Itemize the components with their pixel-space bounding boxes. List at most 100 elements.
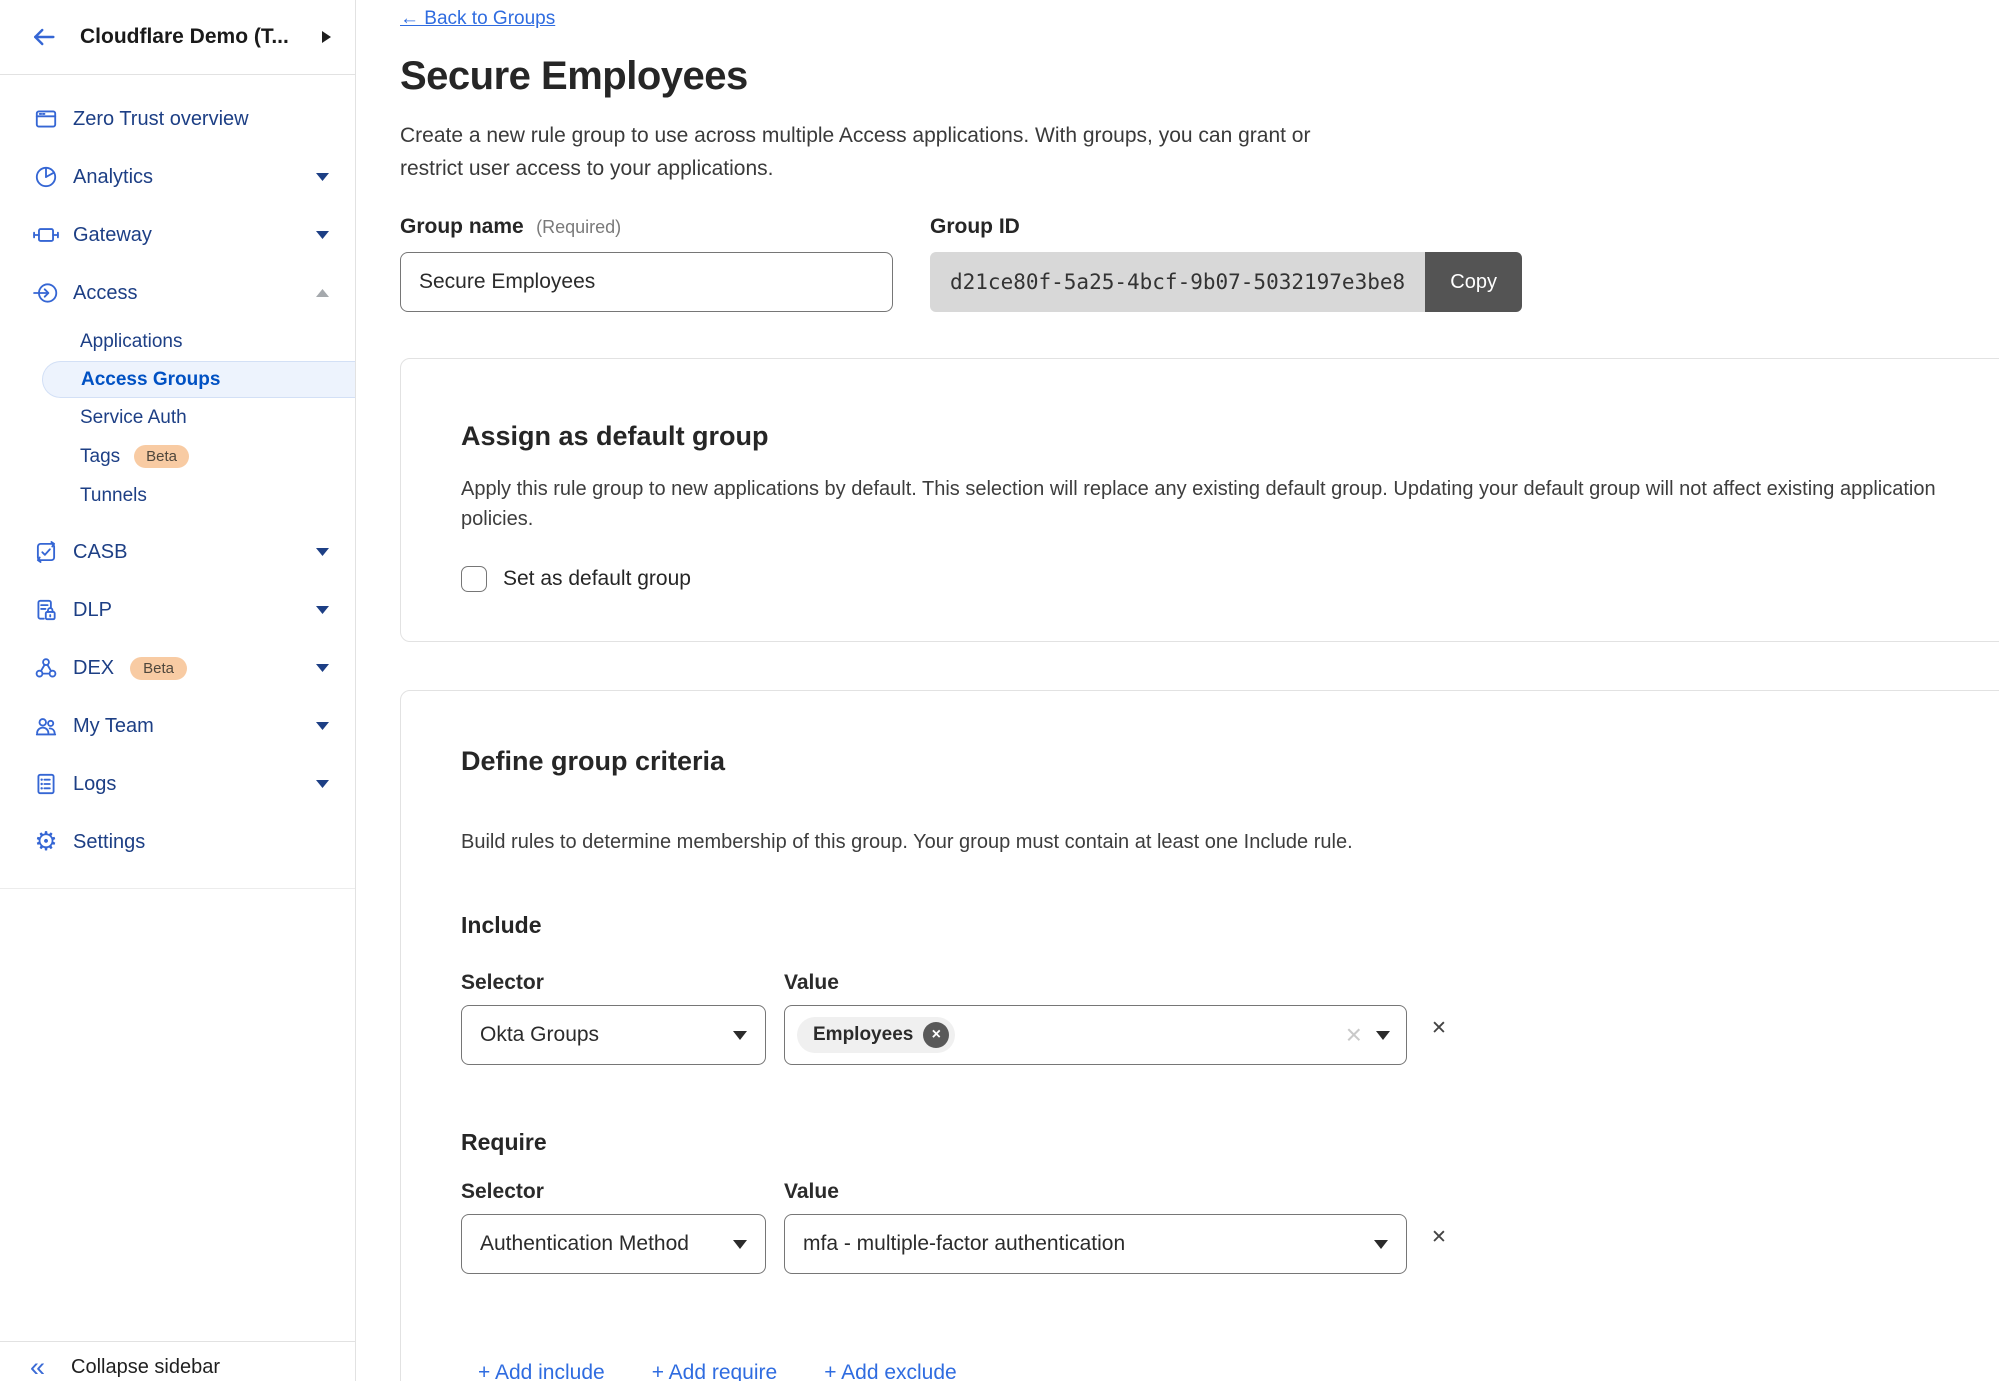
back-arrow-icon[interactable]	[30, 23, 58, 51]
sidebar-item-label: CASB	[73, 541, 127, 564]
sidebar-nav: Zero Trust overview Analytics Gateway Ac…	[0, 75, 355, 889]
chevron-down-icon	[1374, 1240, 1388, 1249]
require-selector-value: Authentication Method	[480, 1232, 723, 1256]
document-lock-icon	[33, 597, 59, 623]
sidebar-item-service-auth[interactable]: Service Auth	[0, 398, 355, 437]
sidebar-item-dlp[interactable]: DLP	[0, 581, 355, 639]
chevron-down-icon	[316, 548, 329, 556]
criteria-description: Build rules to determine membership of t…	[461, 827, 1951, 857]
chevron-down-icon	[316, 231, 329, 239]
sidebar-item-label: Logs	[73, 773, 116, 796]
chevron-down-icon	[316, 606, 329, 614]
sub-item-label: Access Groups	[81, 369, 220, 391]
page-description: Create a new rule group to use across mu…	[400, 119, 1350, 185]
default-group-card: Assign as default group Apply this rule …	[400, 358, 1999, 642]
account-name: Cloudflare Demo (T...	[80, 25, 289, 49]
sidebar-item-label: Gateway	[73, 224, 152, 247]
sidebar-item-label: Zero Trust overview	[73, 108, 249, 131]
sidebar-nav-divider	[0, 888, 355, 889]
chevron-down-icon	[733, 1240, 747, 1249]
sidebar-item-access[interactable]: Access	[0, 264, 355, 322]
set-default-checkbox-label: Set as default group	[503, 567, 691, 591]
sidebar-item-access-groups[interactable]: Access Groups	[42, 361, 355, 398]
beta-badge: Beta	[134, 445, 189, 468]
gear-icon: ⚙	[33, 829, 59, 855]
sidebar-item-dex[interactable]: DEX Beta	[0, 639, 355, 697]
group-meta-row: Group name (Required) Group ID d21ce80f-…	[400, 215, 1999, 312]
chevron-down-icon	[316, 722, 329, 730]
app-window: Cloudflare Demo (T... Zero Trust overvie…	[0, 0, 1999, 1381]
add-include-link[interactable]: + Add include	[478, 1361, 605, 1381]
sub-item-label: Tags	[80, 446, 120, 468]
include-value-multiselect[interactable]: Employees × ×	[784, 1005, 1407, 1065]
browser-window-icon	[33, 106, 59, 132]
require-value-label: Value	[784, 1180, 839, 1204]
main-content: ← Back to Groups Secure Employees Create…	[356, 0, 1999, 1381]
chevron-down-icon	[316, 173, 329, 181]
include-selector-dropdown[interactable]: Okta Groups	[461, 1005, 766, 1065]
sidebar-item-logs[interactable]: Logs	[0, 755, 355, 813]
sidebar-item-label: My Team	[73, 715, 154, 738]
sidebar-item-settings[interactable]: ⚙ Settings	[0, 813, 355, 871]
chevron-up-icon	[316, 289, 329, 297]
sidebar-item-label: Settings	[73, 831, 145, 854]
clear-values-icon[interactable]: ×	[1346, 1021, 1362, 1049]
include-selector-label: Selector	[461, 971, 784, 995]
page-title: Secure Employees	[400, 54, 1999, 99]
include-heading: Include	[461, 912, 1951, 939]
remove-require-rule-icon[interactable]: ✕	[1431, 1226, 1447, 1249]
add-require-link[interactable]: + Add require	[652, 1361, 778, 1381]
group-id-value: d21ce80f-5a25-4bcf-9b07-5032197e3be8	[930, 252, 1425, 312]
back-to-groups-link[interactable]: ← Back to Groups	[400, 8, 555, 30]
sidebar-item-my-team[interactable]: My Team	[0, 697, 355, 755]
group-id-label: Group ID	[930, 215, 1020, 238]
sidebar-item-analytics[interactable]: Analytics	[0, 148, 355, 206]
sidebar-item-label: DLP	[73, 599, 112, 622]
account-switcher-caret-icon[interactable]	[322, 31, 331, 43]
sidebar-item-tags[interactable]: Tags Beta	[0, 437, 355, 476]
casb-shield-check-icon	[33, 539, 59, 565]
require-value-dropdown[interactable]: mfa - multiple-factor authentication	[784, 1214, 1407, 1274]
sidebar-item-label: DEX	[73, 657, 114, 680]
sidebar: Cloudflare Demo (T... Zero Trust overvie…	[0, 0, 356, 1381]
value-tag: Employees ×	[797, 1017, 955, 1053]
chevron-down-icon	[316, 780, 329, 788]
double-chevron-left-icon: «	[30, 1354, 45, 1381]
chevron-down-icon	[1376, 1031, 1390, 1040]
beta-badge: Beta	[130, 657, 187, 680]
group-name-input[interactable]	[400, 252, 893, 312]
group-name-label: Group name	[400, 215, 524, 238]
sidebar-item-gateway[interactable]: Gateway	[0, 206, 355, 264]
add-exclude-link[interactable]: + Add exclude	[824, 1361, 957, 1381]
copy-button[interactable]: Copy	[1425, 252, 1522, 312]
value-tag-label: Employees	[813, 1024, 913, 1046]
sidebar-item-applications[interactable]: Applications	[0, 322, 355, 361]
group-id-block: Group ID d21ce80f-5a25-4bcf-9b07-5032197…	[930, 215, 1522, 312]
collapse-sidebar-label: Collapse sidebar	[71, 1356, 220, 1379]
require-rule-row: Authentication Method mfa - multiple-fac…	[461, 1214, 1951, 1274]
remove-tag-icon[interactable]: ×	[923, 1022, 949, 1048]
sub-item-label: Applications	[80, 331, 182, 353]
group-name-field-block: Group name (Required)	[400, 215, 893, 312]
network-cluster-icon	[33, 655, 59, 681]
collapse-sidebar-bar[interactable]: « Collapse sidebar	[0, 1341, 355, 1381]
chevron-down-icon	[316, 664, 329, 672]
require-selector-label: Selector	[461, 1180, 784, 1204]
default-group-description: Apply this rule group to new application…	[461, 474, 1951, 534]
sidebar-item-label: Analytics	[73, 166, 153, 189]
require-selector-dropdown[interactable]: Authentication Method	[461, 1214, 766, 1274]
include-value-label: Value	[784, 971, 839, 995]
sub-item-label: Service Auth	[80, 407, 187, 429]
sidebar-header: Cloudflare Demo (T...	[0, 0, 355, 75]
chevron-down-icon	[733, 1031, 747, 1040]
sidebar-item-casb[interactable]: CASB	[0, 523, 355, 581]
remove-include-rule-icon[interactable]: ✕	[1431, 1017, 1447, 1040]
sidebar-item-zero-trust-overview[interactable]: Zero Trust overview	[0, 90, 355, 148]
access-subnav: Applications Access Groups Service Auth …	[0, 322, 355, 515]
required-hint: (Required)	[536, 217, 621, 237]
set-default-checkbox[interactable]	[461, 566, 487, 592]
require-heading: Require	[461, 1129, 1951, 1156]
include-selector-value: Okta Groups	[480, 1023, 723, 1047]
people-icon	[33, 713, 59, 739]
sidebar-item-tunnels[interactable]: Tunnels	[0, 476, 355, 515]
